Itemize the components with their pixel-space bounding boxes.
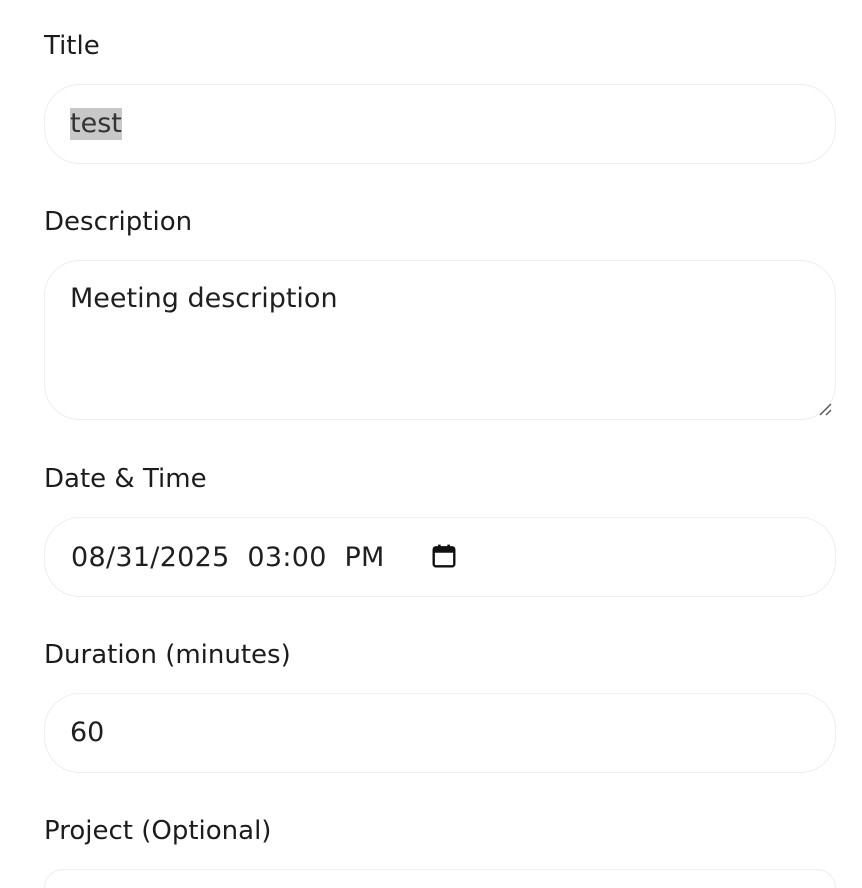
duration-input-value: 60 <box>70 717 105 748</box>
calendar-icon[interactable] <box>431 543 457 569</box>
description-textarea[interactable]: Meeting description <box>44 260 836 420</box>
project-select[interactable] <box>44 869 836 888</box>
duration-label: Duration (minutes) <box>44 640 291 670</box>
project-label: Project (Optional) <box>44 816 272 846</box>
resize-handle-icon[interactable] <box>818 402 832 416</box>
title-label: Title <box>44 31 100 61</box>
title-input-value: test <box>70 108 122 140</box>
description-textarea-value: Meeting description <box>70 283 338 314</box>
datetime-input[interactable]: 08/31/2025 03:00 PM <box>44 517 836 597</box>
meeting-form: Title test Description Meeting descripti… <box>0 0 862 888</box>
description-label: Description <box>44 207 193 237</box>
datetime-input-value: 08/31/2025 03:00 PM <box>71 542 385 573</box>
datetime-label: Date & Time <box>44 464 207 494</box>
duration-input[interactable]: 60 <box>44 693 836 773</box>
title-input[interactable]: test <box>44 84 836 164</box>
